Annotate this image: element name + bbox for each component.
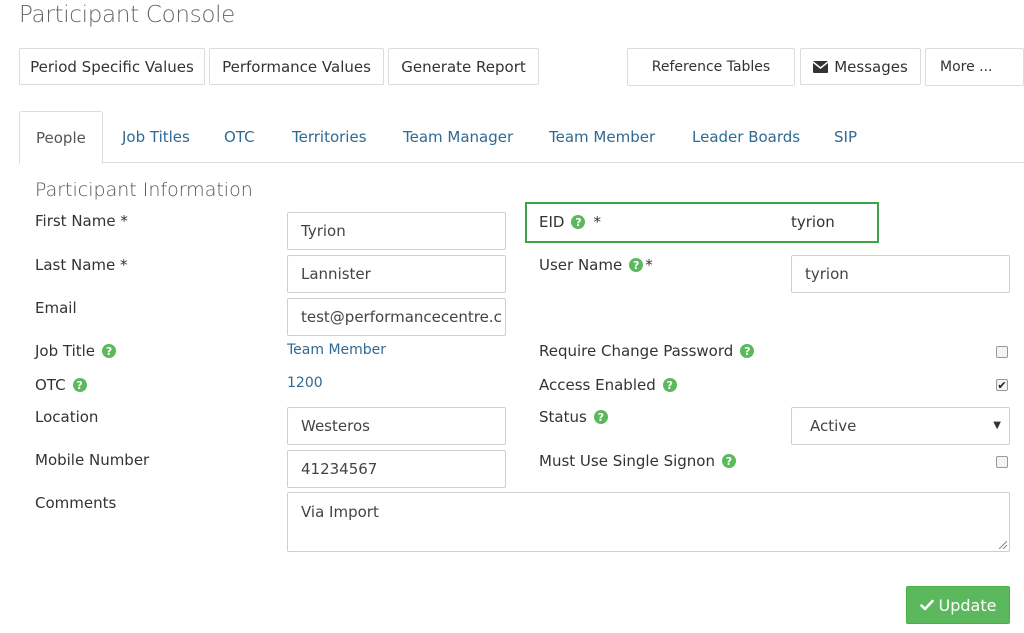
- last-name-label: Last Name *: [35, 256, 128, 274]
- eid-label: EID ? *: [539, 213, 601, 231]
- update-button[interactable]: Update: [906, 586, 1010, 624]
- help-icon[interactable]: ?: [662, 378, 677, 392]
- status-label-text: Status: [539, 408, 587, 426]
- email-label: Email: [35, 299, 77, 317]
- section-title: Participant Information: [35, 179, 253, 201]
- tab-leader-boards[interactable]: Leader Boards: [692, 111, 800, 163]
- username-label-text: User Name: [539, 256, 623, 274]
- username-required-marker: *: [645, 256, 653, 274]
- require-change-password-label: Require Change Password ?: [539, 342, 755, 360]
- generate-report-button[interactable]: Generate Report: [388, 48, 539, 85]
- tab-territories[interactable]: Territories: [292, 111, 367, 163]
- tab-team-manager[interactable]: Team Manager: [403, 111, 513, 163]
- comments-text: Via Import: [301, 503, 379, 521]
- status-select[interactable]: Active ▼: [791, 407, 1010, 445]
- status-label: Status ?: [539, 408, 608, 426]
- check-icon: [919, 599, 934, 611]
- eid-required-marker: *: [593, 213, 601, 231]
- username-label: User Name ? *: [539, 256, 653, 274]
- job-title-link[interactable]: Team Member: [287, 342, 386, 358]
- tab-people[interactable]: People: [19, 111, 103, 164]
- job-title-label: Job Title ?: [35, 342, 117, 360]
- eid-label-text: EID: [539, 213, 565, 231]
- update-label: Update: [938, 595, 997, 615]
- messages-label: Messages: [834, 57, 908, 76]
- checkmark-icon: ✔: [997, 378, 1007, 392]
- tab-bar: People Job Titles OTC Territories Team M…: [19, 111, 1024, 164]
- email-input[interactable]: test@performancecentre.c: [287, 298, 506, 336]
- tab-team-member[interactable]: Team Member: [549, 111, 655, 163]
- resize-handle-icon[interactable]: [999, 541, 1007, 549]
- page-title: Participant Console: [19, 2, 236, 28]
- require-change-password-checkbox[interactable]: [996, 346, 1008, 358]
- require-change-password-label-text: Require Change Password: [539, 342, 734, 360]
- envelope-icon: [813, 60, 829, 73]
- access-enabled-label: Access Enabled ?: [539, 376, 677, 394]
- eid-value: tyrion: [791, 213, 835, 231]
- period-specific-values-button[interactable]: Period Specific Values: [19, 48, 205, 85]
- help-icon[interactable]: ?: [740, 344, 755, 358]
- otc-label: OTC ?: [35, 376, 87, 394]
- single-signon-checkbox[interactable]: [996, 456, 1008, 468]
- access-enabled-checkbox[interactable]: ✔: [996, 379, 1008, 391]
- location-input[interactable]: Westeros: [287, 407, 506, 445]
- comments-label: Comments: [35, 494, 117, 512]
- otc-link[interactable]: 1200: [287, 375, 323, 391]
- mobile-number-input[interactable]: 41234567: [287, 450, 506, 488]
- first-name-label: First Name *: [35, 212, 128, 230]
- otc-label-text: OTC: [35, 376, 66, 394]
- performance-values-button[interactable]: Performance Values: [209, 48, 384, 85]
- first-name-input[interactable]: Tyrion: [287, 212, 506, 250]
- username-input[interactable]: tyrion: [791, 255, 1010, 293]
- help-icon[interactable]: ?: [722, 454, 736, 468]
- reference-tables-button[interactable]: Reference Tables: [627, 48, 795, 86]
- mobile-number-label: Mobile Number: [35, 451, 150, 469]
- tab-otc[interactable]: OTC: [224, 111, 255, 163]
- help-icon[interactable]: ?: [72, 378, 87, 392]
- messages-button[interactable]: Messages: [800, 48, 921, 85]
- status-selected-value: Active: [810, 417, 857, 435]
- help-icon[interactable]: ?: [629, 258, 644, 272]
- caret-down-icon: ▼: [993, 420, 1001, 431]
- help-icon[interactable]: ?: [102, 344, 117, 358]
- tab-sip[interactable]: SIP: [834, 111, 857, 163]
- help-icon[interactable]: ?: [571, 215, 586, 229]
- access-enabled-label-text: Access Enabled: [539, 376, 656, 394]
- last-name-input[interactable]: Lannister: [287, 255, 506, 293]
- comments-textarea[interactable]: Via Import: [287, 492, 1010, 552]
- tab-job-titles[interactable]: Job Titles: [122, 111, 190, 163]
- job-title-label-text: Job Title: [35, 342, 96, 360]
- help-icon[interactable]: ?: [593, 410, 608, 424]
- more-button[interactable]: More ...: [925, 48, 1024, 86]
- single-signon-label: Must Use Single Signon ?: [539, 452, 736, 470]
- single-signon-label-text: Must Use Single Signon: [539, 452, 715, 470]
- location-label: Location: [35, 408, 99, 426]
